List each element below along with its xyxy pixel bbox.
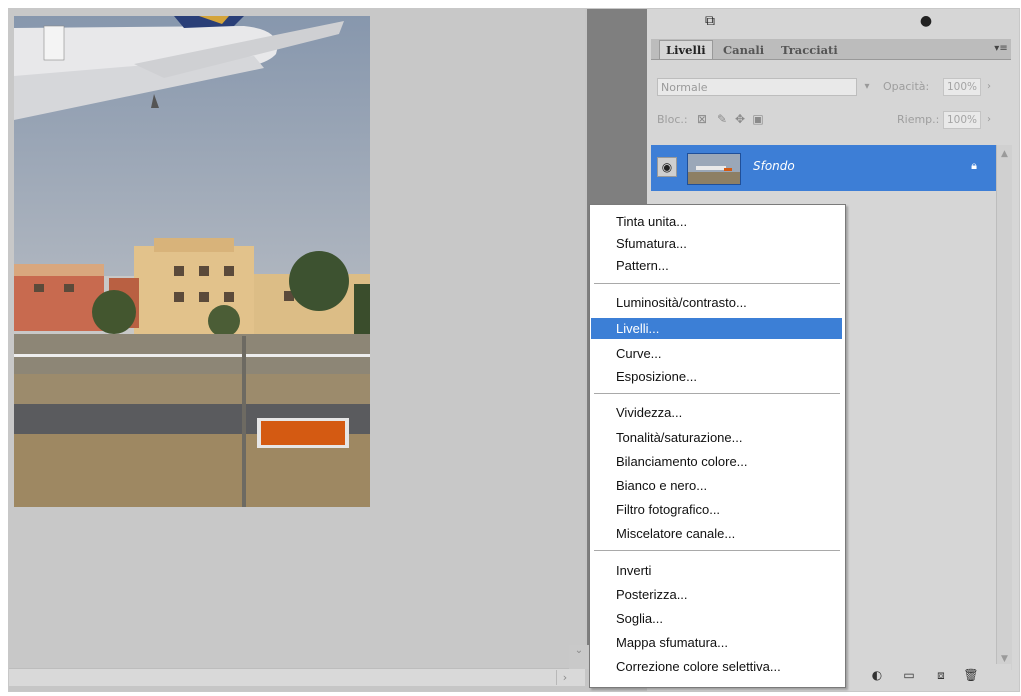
blend-row: Normale ▾ Opacità: 100% ›: [651, 75, 1011, 101]
fill-field[interactable]: 100%: [943, 111, 981, 129]
scroll-right-arrow-icon[interactable]: ›: [556, 670, 573, 685]
photoshop-window: › ⌄ ⧉ ● Livelli Canali Tracciati ▾≡ Norm…: [8, 8, 1020, 692]
lock-icon: 🔒︎: [971, 159, 977, 172]
menu-item-filtro-fotografico[interactable]: Filtro fotografico...: [591, 499, 842, 520]
menu-item-posterizza[interactable]: Posterizza...: [591, 584, 842, 605]
lock-row: Bloc.: ⊠ ✎ ✥ ▣ Riemp.: 100% ›: [651, 107, 1011, 133]
opacity-field[interactable]: 100%: [943, 78, 981, 96]
menu-item-bianco-e-nero[interactable]: Bianco e nero...: [591, 475, 842, 496]
thumbnail-image: [688, 154, 740, 184]
menu-separator: [594, 550, 840, 552]
trash-icon[interactable]: 🗑︎: [963, 667, 979, 683]
tab-tracciati[interactable]: Tracciati: [775, 41, 844, 59]
layer-row[interactable]: ◉ Sfondo 🔒︎: [651, 145, 996, 191]
layer-thumbnail: [687, 153, 741, 185]
menu-item-vividezza[interactable]: Vividezza...: [591, 402, 842, 423]
menu-item-tonalita-saturazione[interactable]: Tonalità/saturazione...: [591, 427, 842, 448]
tab-livelli[interactable]: Livelli: [659, 40, 713, 59]
panel-menu-icon[interactable]: ▾≡: [993, 41, 1009, 57]
document-image[interactable]: [14, 16, 370, 507]
new-layer-icon[interactable]: ⧈: [933, 667, 949, 683]
chevron-down-icon[interactable]: ▾: [859, 78, 875, 96]
canvas-area[interactable]: ›: [9, 9, 585, 686]
opacity-label: Opacità:: [883, 80, 930, 93]
tab-canali[interactable]: Canali: [717, 41, 770, 59]
menu-item-sfumatura[interactable]: Sfumatura...: [591, 233, 842, 254]
lock-position-icon[interactable]: ✥: [733, 112, 747, 126]
new-group-icon[interactable]: ▭: [901, 667, 917, 683]
menu-item-tinta-unita[interactable]: Tinta unita...: [591, 211, 842, 232]
menu-item-correzione-colore-selettiva[interactable]: Correzione colore selettiva...: [591, 656, 842, 677]
menu-separator: [594, 283, 840, 285]
panel-tabs: Livelli Canali Tracciati ▾≡: [651, 39, 1011, 60]
menu-separator: [594, 393, 840, 395]
lock-image-icon[interactable]: ✎: [715, 112, 729, 126]
menu-item-pattern[interactable]: Pattern...: [591, 255, 842, 276]
horizontal-scrollbar[interactable]: ›: [9, 668, 585, 686]
menu-item-esposizione[interactable]: Esposizione...: [591, 366, 842, 387]
menu-item-soglia[interactable]: Soglia...: [591, 608, 842, 629]
lock-label: Bloc.:: [657, 113, 688, 126]
fill-arrow-icon[interactable]: ›: [983, 111, 995, 129]
menu-item-mappa-sfumatura[interactable]: Mappa sfumatura...: [591, 632, 842, 653]
fill-label: Riemp.:: [897, 113, 940, 126]
menu-item-luminosita-contrasto[interactable]: Luminosità/contrasto...: [591, 292, 842, 313]
menu-item-inverti[interactable]: Inverti: [591, 560, 842, 581]
lock-transparency-icon[interactable]: ⊠: [695, 112, 709, 126]
blend-mode-select[interactable]: Normale: [657, 78, 857, 96]
menu-item-miscelatore-canale[interactable]: Miscelatore canale...: [591, 523, 842, 544]
opacity-arrow-icon[interactable]: ›: [983, 78, 995, 96]
lock-all-icon[interactable]: ▣: [751, 112, 765, 126]
airport-photo: [14, 16, 370, 507]
eye-icon[interactable]: ◉: [657, 157, 677, 177]
vertical-scrollbar[interactable]: ▲ ▼: [996, 145, 1012, 670]
scroll-up-arrow-icon[interactable]: ▲: [997, 147, 1012, 162]
menu-item-livelli[interactable]: Livelli...: [591, 318, 842, 339]
adjustments-icon[interactable]: ●: [917, 13, 935, 29]
panel-toolbar: ⧉ ●: [647, 9, 1019, 37]
adjustment-layer-menu: Tinta unita... Sfumatura... Pattern... L…: [589, 204, 846, 688]
menu-item-curve[interactable]: Curve...: [591, 343, 842, 364]
adjustment-layer-icon[interactable]: ◐: [869, 667, 885, 683]
history-icon[interactable]: ⧉: [701, 13, 719, 29]
scroll-corner-icon: ⌄: [569, 645, 589, 669]
menu-item-bilanciamento-colore[interactable]: Bilanciamento colore...: [591, 451, 842, 472]
layer-name[interactable]: Sfondo: [753, 159, 795, 173]
